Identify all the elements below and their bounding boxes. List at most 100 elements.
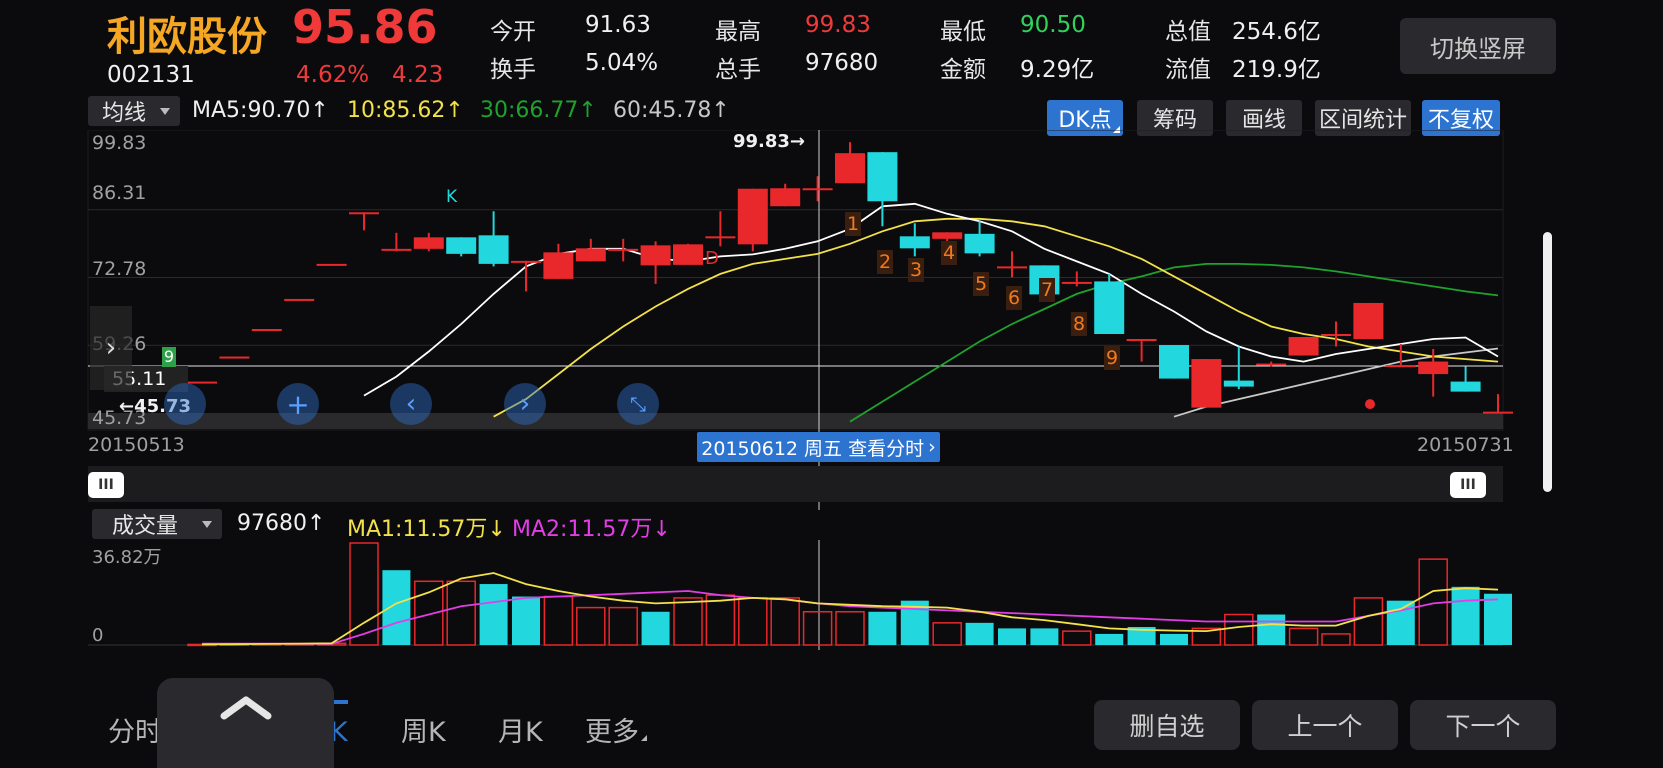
ma5-text: MA5:90.70 [192,98,311,123]
right-scroll-indicator[interactable] [1543,232,1552,492]
stat-label: 最低 [940,19,986,45]
candle-body [1061,281,1092,284]
pull-up-handle[interactable] [157,678,334,768]
vol-ma1-value: MA1:11.57万↓ [347,511,506,543]
switch-portrait-button[interactable]: 切换竖屏 [1400,18,1556,74]
next-stock-button[interactable]: 下一个 [1410,700,1556,750]
volume-bar [1288,627,1319,646]
volume-bar [932,622,962,646]
td-count: 3 [908,258,924,282]
volume-select-label: 成交量 [112,514,179,539]
volume-bar [446,580,476,646]
volume-bar [543,595,574,646]
corner-triangle-icon [641,735,647,741]
candle-body [640,245,671,266]
candle-body [737,188,768,245]
volume-bar [576,606,606,646]
volume-axis-min: 0 [92,625,104,646]
candle-body [381,248,412,251]
previous-stock-button[interactable]: 上一个 [1252,700,1398,750]
stat-label: 最高 [715,19,761,45]
volume-bar [1030,628,1059,645]
tab-monthly-k[interactable]: 月K [498,710,543,749]
ma60-text: 60:45.78 [613,98,712,123]
tab-more[interactable]: 更多 [585,710,647,749]
cursor-date-text: 20150612 周五 查看分时 [701,437,925,460]
ma5-arrow: ↑ [310,98,329,123]
stat-value: 254.6亿 [1232,19,1321,45]
volume-bar [1160,633,1188,645]
scroll-left-button[interactable]: ‹ [390,383,432,425]
grip-icon: III [1460,477,1476,493]
volume-bar [414,580,444,646]
k-signal-marker: K [446,187,458,207]
candle-body [835,153,865,184]
td-count: 7 [1039,278,1055,302]
ma10-text: 10:85.62 [347,98,446,123]
signal-dot [1365,399,1375,410]
stat-label: 换手 [490,57,536,83]
volume-bar [868,611,897,645]
volume-bar [512,596,540,645]
candle-body [1450,381,1481,392]
candle-body [899,236,930,249]
zoom-in-button[interactable]: + [277,383,319,425]
ma30-value: 30:66.77↑ [480,98,597,123]
td-count: 9 [1104,346,1120,370]
candle-body [1126,339,1157,342]
candle-body [543,252,574,279]
volume-chart[interactable] [0,540,1663,650]
expand-left-button[interactable]: › [90,306,132,390]
vol-ma2-text: MA2:11.57万 [512,517,653,542]
range-scrollbar[interactable] [88,466,1503,502]
scroll-right-button[interactable]: › [504,383,546,425]
ma5-value: MA5:90.70↑ [192,98,329,123]
volume-bar [673,597,703,646]
range-handle-right[interactable]: III [1450,472,1486,498]
vol-ma1-text: MA1:11.57万 [347,517,488,542]
candle-body [446,237,477,254]
candle-body [316,263,347,266]
plus-icon: + [286,387,310,421]
candle-body [770,188,801,207]
k-signal-marker: K [868,177,880,197]
td-count: 2 [877,250,893,274]
ma5-line [363,202,1499,397]
td-count: 1 [845,212,861,236]
high-price-marker: 99.83→ [733,131,806,152]
tab-weekly-k[interactable]: 周K [401,710,446,749]
range-handle-left[interactable]: III [88,472,124,498]
volume-indicator-select[interactable]: 成交量 [92,509,222,539]
volume-bar [1386,600,1415,645]
candle-body [251,328,282,331]
left-td-nine: 9 [162,347,176,367]
change-amount: 4.23 [392,62,444,88]
ma30-text: 30:66.77 [480,98,579,123]
ma60-line [1173,347,1499,418]
candle-body [1321,334,1351,337]
price-axis-label: 72.78 [92,258,147,280]
candle-body [1191,359,1222,408]
candle-body [964,233,995,254]
ma60-arrow: ↑ [711,98,730,123]
zoom-minus-button[interactable] [164,383,206,425]
volume-bar [641,611,670,645]
zoom-out-button[interactable]: ⤡ [617,383,659,425]
view-intraday-button[interactable]: 20150612 周五 查看分时 › [697,432,940,462]
volume-bar [1257,614,1286,645]
candle-body [1223,380,1254,387]
td-count: 8 [1071,312,1087,336]
candle-body [478,235,509,264]
candle-body [349,212,379,215]
volume-value: 97680↑ [237,511,325,536]
ma60-value: 60:45.78↑ [613,98,730,123]
remove-watchlist-button[interactable]: 删自选 [1094,700,1240,750]
price-axis-label: 99.83 [92,132,147,154]
vol-ma2-value: MA2:11.57万↓ [512,511,671,543]
candle-body [511,260,541,263]
volume-bar [802,611,833,646]
volume-axis-max: 36.82万 [92,547,162,568]
tab-intraday[interactable]: 分时 [108,710,162,749]
ma30-arrow: ↑ [578,98,597,123]
indicator-select[interactable]: 均线 [88,96,180,126]
